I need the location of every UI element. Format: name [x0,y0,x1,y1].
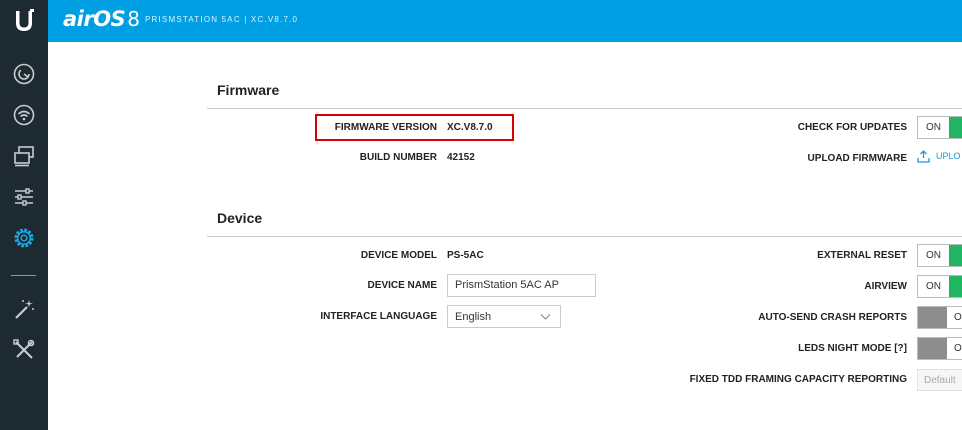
toggle-state: ON [926,250,941,261]
crash-reports-label: AUTO-SEND CRASH REPORTS [758,312,907,323]
sidebar-item-network[interactable] [0,139,48,173]
sidebar-item-wand[interactable] [0,293,48,327]
toggle-state: ON [926,281,941,292]
device-name-input[interactable]: PrismStation 5AC AP [447,274,596,297]
sidebar-item-wireless[interactable] [0,98,48,132]
upload-firmware-label: UPLOAD FIRMWARE [807,153,907,164]
firmware-divider [207,108,962,109]
top-header: airOS 8 PRISMSTATION 5AC | XC.V8.7.0 [0,0,962,42]
magic-wand-icon [15,300,34,319]
sidebar-divider [11,275,36,276]
upload-icon [917,150,930,163]
interface-language-label: INTERFACE LANGUAGE [320,311,437,322]
toggle-knob [949,245,962,266]
device-model-value: PS-5AC [447,250,484,261]
interface-language-select[interactable]: English [447,305,561,328]
chevron-down-icon [540,314,551,320]
leds-night-mode-toggle[interactable]: O [917,337,962,360]
toggle-state: O [954,312,962,323]
upload-link-text: UPLO [936,150,961,161]
external-reset-toggle[interactable]: ON [917,244,962,267]
tdd-framing-input[interactable]: Default [917,369,962,391]
gear-icon [14,228,34,248]
sidebar-item-dashboard[interactable] [0,57,48,91]
toggle-knob [949,117,962,138]
build-number-label: BUILD NUMBER [359,152,437,163]
ubiquiti-u-icon [16,9,34,31]
sidebar-item-services[interactable] [0,180,48,214]
gauge-icon [13,63,35,85]
check-updates-toggle[interactable]: ON [917,116,962,139]
device-model-label: DEVICE MODEL [360,250,437,261]
toggle-knob [918,338,947,359]
device-divider [207,236,962,237]
tdd-framing-label: FIXED TDD FRAMING CAPACITY REPORTING [689,374,907,385]
toggle-knob [918,307,947,328]
sidebar-item-system[interactable] [0,221,48,255]
brand-title: airOS 8 [63,7,140,31]
airview-label: AIRVIEW [864,281,907,292]
toggle-knob [949,276,962,297]
ubiquiti-logo[interactable] [0,0,48,42]
build-number-value: 42152 [447,152,475,163]
toggle-state: ON [926,122,941,133]
crash-reports-toggle[interactable]: O [917,306,962,329]
check-updates-label: CHECK FOR UPDATES [797,122,907,133]
external-reset-label: EXTERNAL RESET [817,250,907,261]
tools-icon [13,339,35,359]
firmware-version-value: XC.V8.7.0 [447,122,493,133]
upload-firmware-link[interactable]: UPLO [917,150,961,163]
sidebar [0,42,48,430]
language-selected-value: English [455,311,492,323]
device-subtitle: PRISMSTATION 5AC | XC.V8.7.0 [145,15,299,24]
toggle-state: O [954,343,962,354]
wifi-icon [13,104,35,126]
leds-night-mode-label: LEDS NIGHT MODE [?] [798,343,907,354]
sliders-icon [15,188,33,206]
airview-toggle[interactable]: ON [917,275,962,298]
device-name-label: DEVICE NAME [367,280,437,291]
network-icon [14,146,34,167]
firmware-section-title: Firmware [217,82,280,98]
sidebar-item-tools[interactable] [0,333,48,367]
firmware-version-label: FIRMWARE VERSION [334,122,437,133]
device-section-title: Device [217,210,263,226]
